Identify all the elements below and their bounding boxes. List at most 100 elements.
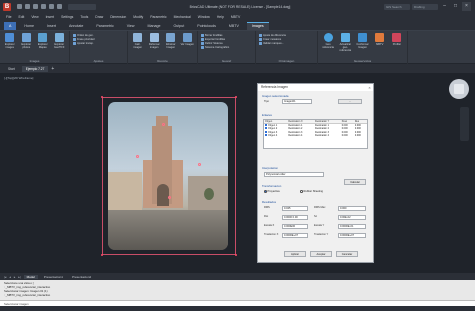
- borrar-fondillas-item[interactable]: Borrar fondillas: [201, 34, 229, 37]
- ribbon-tab-8[interactable]: Pointclouds: [192, 23, 221, 30]
- ribbon-tab-10[interactable]: Images: [246, 22, 269, 30]
- explorer-geotiff-button[interactable]: Explorer GeoTIFF: [53, 33, 67, 49]
- radio-projective[interactable]: Proyectiva: [264, 190, 280, 193]
- frame-corner-marker[interactable]: [101, 254, 103, 256]
- search-field[interactable]: GIS Search: [384, 3, 410, 10]
- frame-corner-marker[interactable]: [101, 96, 103, 98]
- menu-item-7[interactable]: Dimension: [110, 15, 126, 19]
- image-browse-button[interactable]: ...: [338, 99, 362, 104]
- menu-item-6[interactable]: Draw: [95, 15, 103, 19]
- order-gen-item[interactable]: Orden de gen.: [73, 34, 94, 37]
- layout-tab-1[interactable]: Presentacion1: [41, 275, 66, 279]
- prev-layout-icon[interactable]: ◂: [9, 275, 11, 279]
- explorer-images-button[interactable]: Explorer images: [3, 33, 17, 49]
- first-layout-icon[interactable]: |◂: [4, 275, 6, 279]
- menu-item-2[interactable]: View: [31, 15, 38, 19]
- control-point[interactable]: [198, 163, 201, 166]
- view-image-button[interactable]: Ver Imagen: [181, 33, 195, 46]
- print-icon[interactable]: [41, 4, 46, 9]
- redo-icon[interactable]: [57, 4, 62, 9]
- ribbon-tab-2[interactable]: Insert: [42, 23, 61, 30]
- drawing-canvas[interactable]: [-][Top][2D Wireframe]: [0, 73, 475, 273]
- ajuste-diferencia-item[interactable]: Ajuste de diferencia: [259, 34, 286, 37]
- update-georef-button[interactable]: Actualizar geo-referencia: [338, 33, 352, 52]
- new-icon[interactable]: [17, 4, 22, 9]
- viewport-controls[interactable]: [-][Top][2D Wireframe]: [4, 76, 33, 80]
- crear-mosaicos-item[interactable]: Crear mosaicos: [259, 38, 286, 41]
- interpolation-select[interactable]: Polynomial order: [264, 172, 324, 177]
- new-tab-plus-icon[interactable]: +: [51, 66, 54, 72]
- doc-tab-start[interactable]: Start: [4, 66, 19, 72]
- minimize-button[interactable]: –: [440, 2, 449, 11]
- menu-item-11[interactable]: Window: [198, 15, 210, 19]
- definir-sistema-item[interactable]: Definir Sistema: [201, 42, 229, 45]
- frame-corner-marker[interactable]: [235, 96, 237, 98]
- layout-tab-2[interactable]: Presentacion2: [69, 275, 94, 279]
- view-cube-icon[interactable]: [449, 79, 469, 99]
- menu-item-9[interactable]: Parametric: [150, 15, 166, 19]
- explorer-maps-button[interactable]: Explorer Mapas: [36, 33, 50, 49]
- menu-item-1[interactable]: Edit: [18, 15, 24, 19]
- delete-image-button[interactable]: Eliminar Imagen: [164, 33, 178, 49]
- ribbon-tab-1[interactable]: Home: [19, 23, 39, 30]
- control-points-table[interactable]: Origen Destination X Destination Y Peso Res …: [263, 119, 368, 149]
- calculate-button[interactable]: Calcular: [344, 179, 366, 185]
- menu-item-3[interactable]: Insert: [46, 15, 54, 19]
- menu-item-13[interactable]: MBTV: [231, 15, 240, 19]
- open-icon[interactable]: [25, 4, 30, 9]
- menu-item-10[interactable]: Mechanical: [174, 15, 191, 19]
- radio-rubber-sheeting[interactable]: Rubber Sheeting: [300, 190, 323, 193]
- sistema-cartografico-item[interactable]: Sistema Cartografico: [201, 46, 229, 49]
- priority-item[interactable]: Frase prioridad: [73, 38, 94, 41]
- deform-image-button[interactable]: Deformar imagen: [148, 33, 162, 49]
- row-checkbox[interactable]: [265, 133, 267, 136]
- validar-marques-item[interactable]: Validar marques...: [259, 42, 286, 45]
- exportar-fondillas-item[interactable]: Exportar fondillas: [201, 38, 229, 41]
- conform-image-button[interactable]: Conformar Imagen: [355, 33, 369, 49]
- ribbon-tab-0[interactable]: A: [4, 22, 17, 30]
- ribbon-tab-6[interactable]: Manage: [143, 23, 166, 30]
- maximize-button[interactable]: □: [451, 2, 460, 11]
- layout-tab-model[interactable]: Model: [23, 274, 38, 279]
- menu-item-8[interactable]: Modify: [133, 15, 143, 19]
- ribbon-tab-4[interactable]: Parametric: [91, 23, 118, 30]
- navigation-bar[interactable]: [460, 107, 469, 141]
- control-point[interactable]: [136, 155, 139, 158]
- doc-tab-drawing[interactable]: Ejemplo 7.27: [21, 65, 49, 72]
- ok-button[interactable]: Aceptar: [310, 251, 332, 257]
- app-logo-icon[interactable]: B: [3, 2, 11, 11]
- ribbon-tab-7[interactable]: Output: [169, 23, 190, 30]
- apply-button[interactable]: Aplicar: [284, 251, 306, 257]
- last-layout-icon[interactable]: ▸|: [18, 275, 20, 279]
- calc-image-button[interactable]: Calc. imagen: [131, 33, 145, 49]
- row-checkbox[interactable]: [265, 124, 267, 126]
- ribbon-tab-5[interactable]: View: [122, 23, 140, 30]
- row-checkbox[interactable]: [265, 127, 267, 130]
- close-button[interactable]: ×: [462, 2, 471, 11]
- menu-item-5[interactable]: Tools: [80, 15, 88, 19]
- dialog-close-icon[interactable]: ×: [366, 84, 373, 91]
- profiler-button[interactable]: Profiler: [390, 33, 404, 46]
- explorer-photos-button[interactable]: Explorer photos: [20, 33, 34, 49]
- row-checkbox[interactable]: [265, 130, 267, 133]
- control-point[interactable]: [162, 123, 165, 126]
- menu-item-0[interactable]: File: [6, 15, 11, 19]
- raster-image[interactable]: [108, 102, 228, 250]
- mbtv-button[interactable]: MBTV: [373, 33, 387, 46]
- next-layout-icon[interactable]: ▸: [14, 275, 16, 279]
- image-name-field[interactable]: Imagen01: [282, 99, 312, 104]
- workspace-select[interactable]: Drafting: [412, 3, 438, 10]
- menu-item-4[interactable]: Settings: [61, 15, 73, 19]
- transparency-item[interactable]: Ajustar transp.: [73, 42, 94, 45]
- ribbon-tab-3[interactable]: Annotate: [64, 23, 88, 30]
- menu-item-12[interactable]: Help: [217, 15, 224, 19]
- frame-corner-marker[interactable]: [235, 254, 237, 256]
- control-point[interactable]: [168, 196, 171, 199]
- undo-icon[interactable]: [49, 4, 54, 9]
- table-row[interactable]: Origen 4 Destination 4 Destination 4 0.000 0…: [264, 133, 367, 137]
- georeference-button[interactable]: Geo referencia: [321, 33, 335, 49]
- dialog-title-bar[interactable]: Referencia Imagen ×: [258, 84, 373, 91]
- cancel-button[interactable]: Cancelar: [336, 251, 358, 257]
- file-dropdown[interactable]: [68, 3, 96, 10]
- ribbon-tab-9[interactable]: MBTV: [224, 23, 244, 30]
